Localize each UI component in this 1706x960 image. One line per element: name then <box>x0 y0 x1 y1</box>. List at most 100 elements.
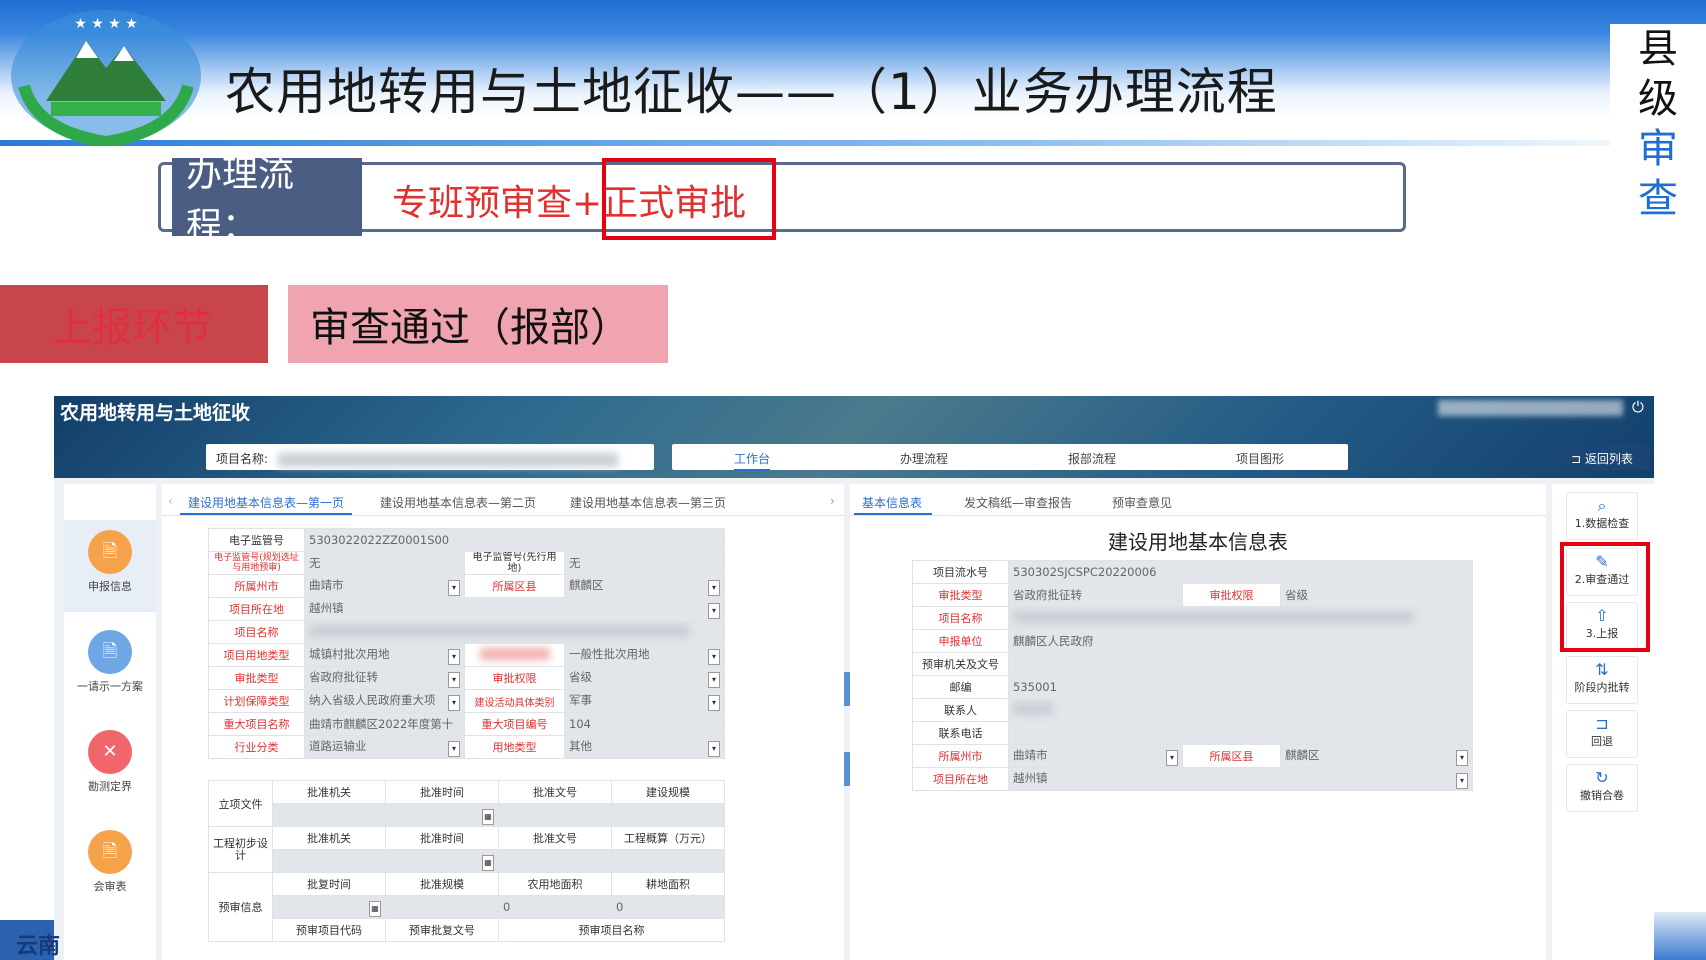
preorg-field[interactable] <box>1007 652 1474 676</box>
data-check-button[interactable]: ⌕ 1.数据检查 <box>1566 492 1638 540</box>
nav-tab-workbench[interactable]: 工作台 <box>734 450 771 471</box>
date-cell[interactable]: ▦ <box>272 895 386 919</box>
date-cell[interactable]: ▦ <box>385 849 499 873</box>
county-select[interactable]: ▾ 麒麟区 <box>1279 744 1474 768</box>
land-type-select[interactable]: ▾ 城镇村批次用地 <box>304 643 465 667</box>
dropdown-icon[interactable]: ▾ <box>448 694 460 711</box>
approve-type-field[interactable]: 省政府批征转 <box>1008 583 1183 607</box>
project-name-input[interactable] <box>303 620 726 644</box>
blurred-label <box>479 647 550 660</box>
form-title: 建设用地基本信息表 <box>1108 530 1288 554</box>
rollback-button[interactable]: ⊐ 回退 <box>1566 710 1638 758</box>
stage-transfer-button[interactable]: ⇅ 阶段内批转 <box>1566 656 1638 704</box>
major-no-field[interactable]: 104 <box>563 712 726 736</box>
dropdown-icon[interactable]: ▾ <box>708 671 721 688</box>
e-code-field[interactable]: 5303022022ZZ0001S00 <box>303 528 726 552</box>
app-window: 农用地转用与土地征收 ⏻ 项目名称: 工作台 办理流程 报部流程 项目图形 ⊐ … <box>54 396 1654 960</box>
zip-field[interactable]: 535001 <box>1007 675 1474 699</box>
tab-next-arrow[interactable]: › <box>830 494 835 508</box>
dropdown-icon[interactable]: ▾ <box>1456 749 1469 766</box>
sidebar-item-request-plan[interactable]: 🗎 一请示一方案 <box>64 620 156 712</box>
county-select[interactable]: ▾ 麒麟区 <box>563 574 726 598</box>
dropdown-icon[interactable]: ▾ <box>708 579 721 596</box>
phone-field[interactable] <box>1007 721 1474 745</box>
vertical-char: 查 <box>1638 176 1678 222</box>
calendar-icon[interactable]: ▦ <box>482 854 494 871</box>
power-icon[interactable]: ⏻ <box>1632 398 1644 416</box>
nav-tab-project-graphic[interactable]: 项目图形 <box>1236 450 1284 467</box>
industry-select[interactable]: ▾ 道路运输业 <box>304 735 465 759</box>
project-name-field[interactable]: 项目名称: <box>206 444 654 470</box>
column-header: 预审批复文号 <box>385 918 499 942</box>
input-cell[interactable] <box>611 803 725 827</box>
input-cell[interactable] <box>611 849 725 873</box>
tab-prev-arrow[interactable]: ‹ <box>168 494 173 508</box>
dropdown-icon[interactable]: ▾ <box>708 694 721 711</box>
dropdown-icon[interactable]: ▾ <box>448 579 460 596</box>
input-cell[interactable] <box>272 803 386 827</box>
nav-tab-process[interactable]: 办理流程 <box>900 450 948 467</box>
location-select[interactable]: ▾ 越州镇 <box>1007 767 1474 791</box>
major-name-field[interactable]: 曲靖市麒麟区2022年度第十 <box>304 712 465 736</box>
approve-auth-select[interactable]: ▾ 省级 <box>563 666 726 690</box>
column-header: 预审项目代码 <box>272 918 386 942</box>
use-type-select[interactable]: ▾ 其他 <box>563 735 726 759</box>
plan-select[interactable]: ▾ 纳入省级人民政府重大项 <box>304 689 465 713</box>
dropdown-icon[interactable]: ▾ <box>708 740 721 757</box>
back-to-list-button[interactable]: ⊐ 返回列表 <box>1554 444 1650 470</box>
tab-info-page3[interactable]: 建设用地基本信息表—第三页 <box>570 494 726 511</box>
tab-review-report[interactable]: 发文稿纸—审查报告 <box>964 494 1072 511</box>
undo-merge-button[interactable]: ↻ 撤销合卷 <box>1566 764 1638 812</box>
field-label: 电子监管号(先行用地) <box>464 551 565 575</box>
dropdown-icon[interactable]: ▾ <box>448 740 460 757</box>
tab-info-page1[interactable]: 建设用地基本信息表—第一页 <box>188 494 344 511</box>
transfer-icon: ⇅ <box>1595 660 1609 679</box>
field-label: 联系电话 <box>912 721 1009 745</box>
contact-field[interactable] <box>1007 698 1474 722</box>
dropdown-icon[interactable]: ▾ <box>448 648 460 665</box>
location-select[interactable]: ▾ 越州镇 <box>303 597 726 621</box>
e-code-plan-field[interactable]: 无 <box>304 551 465 575</box>
field-label: 项目名称 <box>912 606 1009 630</box>
field-label: 电子监管号 <box>208 528 305 552</box>
approve-auth-field[interactable]: 省级 <box>1279 583 1474 607</box>
farmland-area[interactable]: 0 <box>498 895 612 919</box>
date-cell[interactable]: ▦ <box>385 803 499 827</box>
unit-field[interactable]: 麒麟区人民政府 <box>1007 629 1474 653</box>
input-cell[interactable] <box>498 849 612 873</box>
input-cell[interactable] <box>385 895 499 919</box>
activity-select[interactable]: ▾ 军事 <box>563 689 726 713</box>
city-select[interactable]: ▾ 曲靖市 <box>304 574 465 598</box>
serial-field[interactable]: 530302SJCSPC20220006 <box>1007 560 1474 584</box>
cultivated-area[interactable]: 0 <box>611 895 725 919</box>
input-cell[interactable] <box>272 849 386 873</box>
e-code-pre-field[interactable]: 无 <box>563 551 726 575</box>
dropdown-icon[interactable]: ▾ <box>1456 772 1469 789</box>
field-label-blurred <box>464 643 565 667</box>
dropdown-icon[interactable]: ▾ <box>708 648 721 665</box>
city-value: 曲靖市 <box>309 577 344 592</box>
sidebar-item-review-sheet[interactable]: 🗎 会审表 <box>64 820 156 912</box>
dropdown-icon[interactable]: ▾ <box>1166 749 1178 766</box>
nav-tab-report-flow[interactable]: 报部流程 <box>1068 450 1116 467</box>
city-select[interactable]: ▾ 曲靖市 <box>1008 744 1183 768</box>
dropdown-icon[interactable]: ▾ <box>448 671 460 688</box>
sidebar: 🗎 申报信息 🗎 一请示一方案 ✕ 勘测定界 🗎 会审表 <box>64 484 156 960</box>
calendar-icon[interactable]: ▦ <box>482 808 494 825</box>
search-icon: ⌕ <box>1597 496 1607 515</box>
sidebar-item-declaration[interactable]: 🗎 申报信息 <box>64 520 156 612</box>
tab-basic-info[interactable]: 基本信息表 <box>862 494 922 511</box>
land-type2-select[interactable]: ▾ 一般性批次用地 <box>563 643 726 667</box>
sidebar-item-survey[interactable]: ✕ 勘测定界 <box>64 720 156 812</box>
calendar-icon[interactable]: ▦ <box>369 900 381 917</box>
approve-type-select[interactable]: ▾ 省政府批征转 <box>304 666 465 690</box>
document-icon: 🗎 <box>88 630 132 674</box>
project-name-field[interactable] <box>1007 606 1474 630</box>
dropdown-icon[interactable]: ▾ <box>708 602 721 619</box>
tools-icon: ✕ <box>88 730 132 774</box>
plan-value: 纳入省级人民政府重大项 <box>309 692 436 707</box>
tab-info-page2[interactable]: 建设用地基本信息表—第二页 <box>380 494 536 511</box>
tab-pre-review-opinion[interactable]: 预审查意见 <box>1112 494 1172 511</box>
input-cell[interactable] <box>498 803 612 827</box>
field-label: 项目用地类型 <box>208 643 305 667</box>
